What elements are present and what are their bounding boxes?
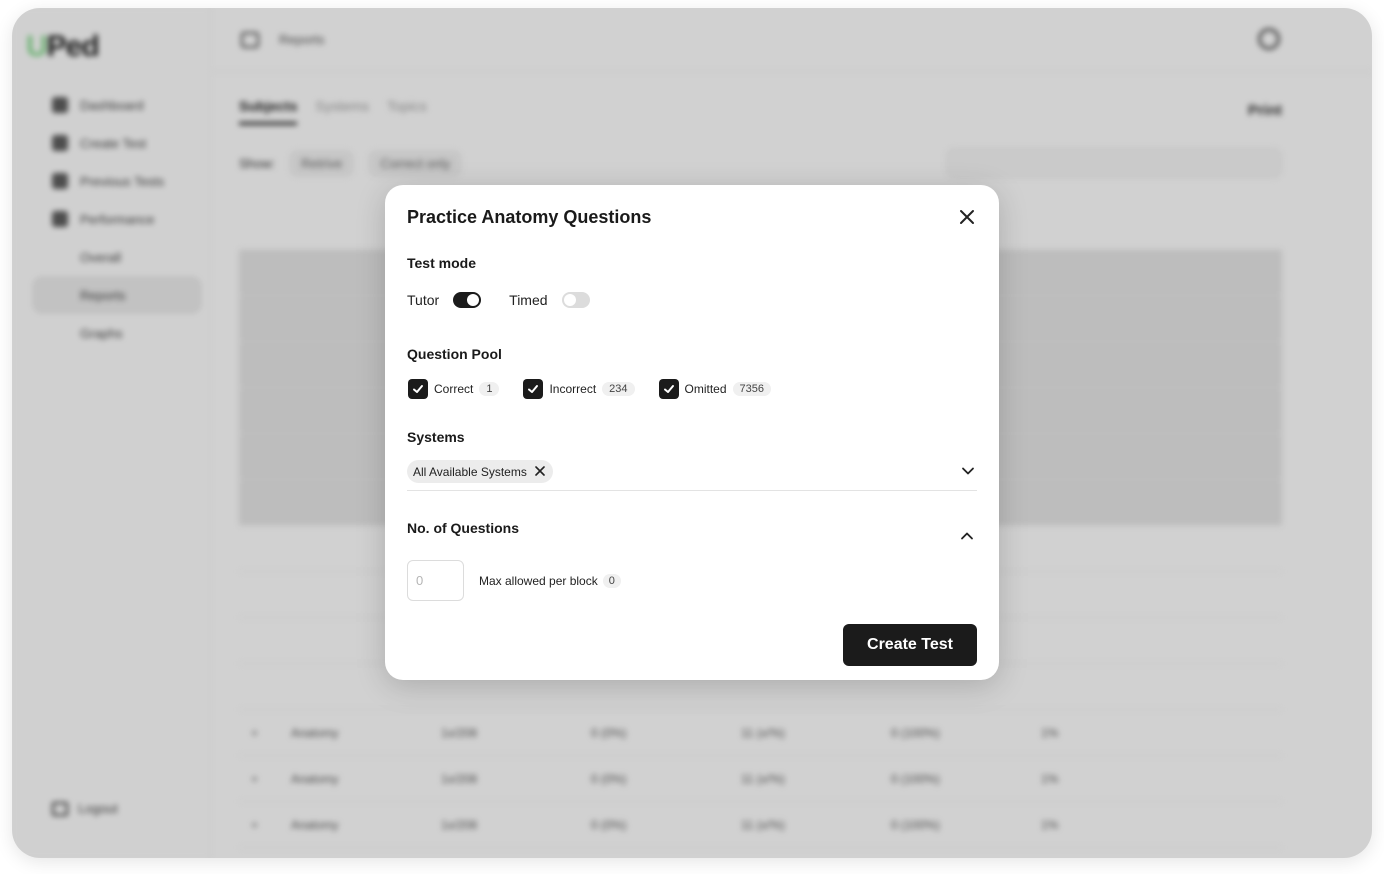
app-window: UPed Dashboard Create Test Previous Test…	[12, 8, 1372, 858]
max-allowed-badge: 0	[602, 573, 621, 588]
check-icon	[413, 385, 423, 393]
num-questions-label: No. of Questions	[407, 520, 519, 536]
systems-label: Systems	[407, 429, 465, 445]
test-mode-label: Test mode	[407, 255, 476, 271]
chevron-up-icon[interactable]	[960, 529, 974, 543]
chevron-down-icon[interactable]	[961, 464, 975, 478]
close-icon[interactable]	[957, 207, 977, 227]
num-questions-row: Max allowed per block 0	[407, 560, 621, 601]
timed-label: Timed	[509, 292, 548, 308]
create-test-modal: Practice Anatomy Questions Test mode Tut…	[385, 185, 999, 680]
toggle-knob	[563, 294, 576, 306]
omitted-count-badge: 7356	[732, 382, 772, 396]
modal-title: Practice Anatomy Questions	[407, 207, 652, 227]
question-pool-row: Correct 1 Incorrect 234 Omitted 7356	[408, 379, 772, 399]
incorrect-label: Incorrect	[549, 382, 597, 396]
omitted-checkbox[interactable]	[658, 379, 679, 399]
toggle-knob	[467, 294, 480, 306]
num-questions-input[interactable]	[407, 560, 464, 601]
check-icon	[663, 385, 674, 393]
omitted-label: Omitted	[684, 382, 727, 396]
correct-label: Correct	[434, 382, 474, 396]
correct-count-badge: 1	[479, 382, 500, 396]
max-allowed-label: Max allowed per block	[479, 573, 598, 588]
timed-toggle[interactable]	[561, 292, 590, 308]
incorrect-checkbox[interactable]	[523, 379, 544, 399]
remove-chip-icon[interactable]	[535, 463, 545, 480]
tutor-label: Tutor	[407, 292, 440, 308]
systems-select[interactable]: All Available Systems	[407, 459, 977, 491]
check-icon	[528, 385, 539, 393]
incorrect-count-badge: 234	[602, 382, 635, 396]
test-mode-row: Tutor Timed	[407, 292, 590, 308]
tutor-toggle[interactable]	[453, 292, 482, 308]
question-pool-label: Question Pool	[407, 346, 502, 362]
correct-checkbox[interactable]	[408, 379, 428, 399]
create-test-button[interactable]: Create Test	[843, 624, 977, 666]
system-chip-label: All Available Systems	[413, 464, 527, 479]
system-chip: All Available Systems	[407, 460, 553, 483]
